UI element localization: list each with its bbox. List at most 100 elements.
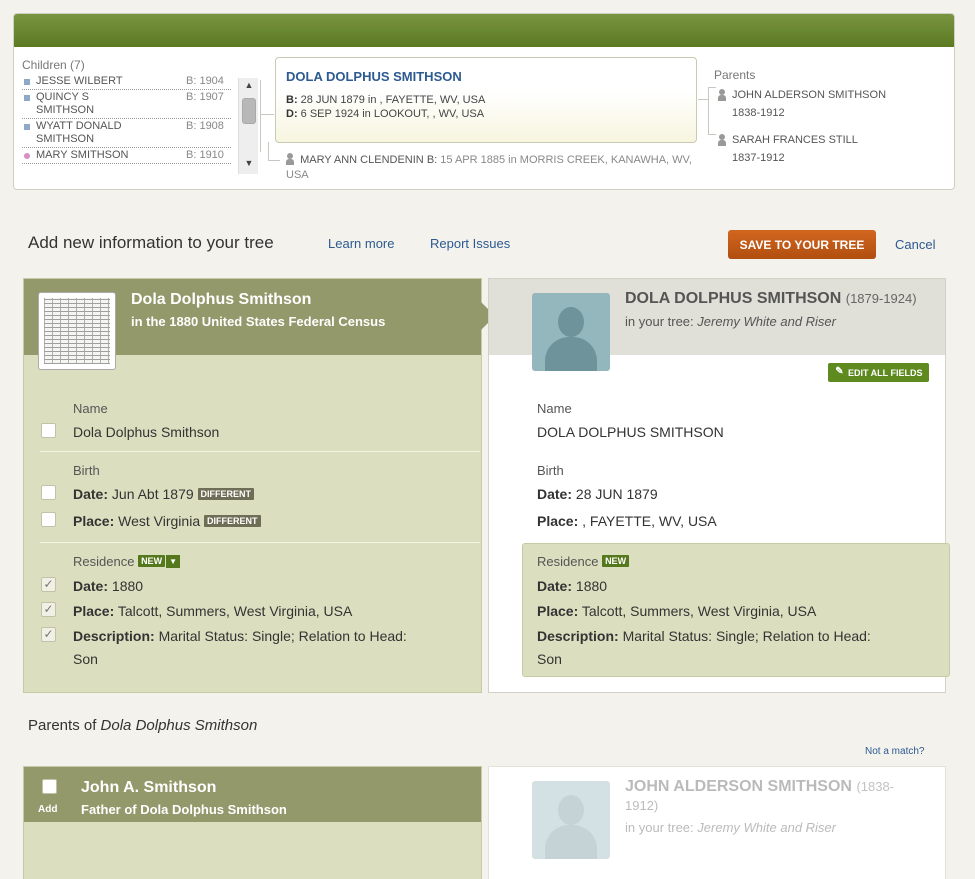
child-birth: B: 1908: [186, 120, 224, 132]
add-label: Add: [38, 804, 58, 815]
pencil-icon: ✎: [835, 366, 844, 377]
edit-all-label: EDIT ALL FIELDS: [848, 367, 923, 378]
child-name: MARY SMITHSON: [36, 149, 129, 161]
residence-label: Residence: [537, 554, 599, 569]
scroll-thumb[interactable]: [242, 98, 256, 124]
record-name-value: Dola Dolphus Smithson: [73, 424, 220, 440]
tree-residence-date: Date: 1880: [537, 578, 607, 594]
new-badge: NEW: [602, 555, 630, 567]
learn-more-link[interactable]: Learn more: [328, 236, 394, 251]
not-a-match-link[interactable]: Not a match?: [865, 746, 924, 757]
father-tree-panel: JOHN ALDERSON SMITHSON (1838- 1912) in y…: [488, 766, 946, 879]
record-person-name: Dola Dolphus Smithson: [131, 291, 312, 308]
tree-residence-label: Residence NEW: [537, 554, 630, 569]
person-icon: [286, 153, 294, 165]
children-scrollbar[interactable]: ▲ ▼: [238, 78, 258, 174]
tree-connector: [260, 80, 272, 152]
father-tree-years: (1838-: [856, 779, 895, 794]
save-to-tree-button[interactable]: SAVE TO YOUR TREE: [728, 230, 876, 259]
tree-birth-label: Birth: [537, 463, 564, 478]
tree-name-text: DOLA DOLPHUS SMITHSON: [625, 290, 842, 307]
scroll-up-icon[interactable]: ▲: [239, 80, 259, 94]
record-residence-description-cont: Son: [73, 651, 98, 667]
place-label: Place:: [73, 513, 115, 529]
child-name: JESSE WILBERT: [36, 75, 123, 87]
family-panel: Children (7) JESSE WILBERT B: 1904 QUINC…: [13, 13, 955, 190]
child-item[interactable]: WYATT DONALD SMITHSON B: 1908: [22, 119, 231, 148]
record-source: in the 1880 United States Federal Census: [131, 314, 386, 329]
tree-birth-date: Date: 28 JUN 1879: [537, 486, 658, 502]
record-birth-label: Birth: [73, 463, 100, 478]
description-label: Description:: [537, 628, 619, 644]
tree-residence-place: Place: Talcott, Summers, West Virginia, …: [537, 603, 816, 619]
divider: [40, 451, 480, 452]
in-tree-label: in your tree:: [625, 820, 694, 835]
children-title: Children (7): [22, 58, 85, 72]
tree-name-label: Name: [537, 401, 572, 416]
father-tree-years-cont: 1912): [625, 798, 659, 813]
spouse-name: MARY ANN CLENDENIN: [300, 154, 424, 166]
child-item[interactable]: QUINCY S SMITHSON B: 1907: [22, 90, 231, 119]
place-label: Place:: [537, 603, 579, 619]
parent-item-mother[interactable]: SARAH FRANCES STILL 1837-1912: [714, 131, 944, 167]
different-badge: DIFFERENT: [204, 515, 261, 527]
record-residence-description: Description: Marital Status: Single; Rel…: [73, 628, 407, 644]
person-icon: [718, 89, 726, 101]
date-label: Date:: [73, 486, 109, 502]
child-name: QUINCY S SMITHSON: [36, 91, 95, 116]
tree-name: Jeremy White and Riser: [697, 820, 836, 835]
record-name-checkbox[interactable]: [41, 423, 56, 438]
child-item[interactable]: MARY SMITHSON B: 1910: [22, 148, 231, 164]
tree-connector: [260, 114, 274, 115]
record-birth-date-checkbox[interactable]: [41, 485, 56, 500]
census-document-icon: [44, 298, 110, 364]
record-residence-date-checkbox[interactable]: ✓: [41, 577, 56, 592]
edit-all-fields-button[interactable]: ✎ EDIT ALL FIELDS: [828, 363, 929, 382]
residence-label: Residence: [73, 554, 135, 569]
new-badge: NEW: [138, 555, 166, 567]
page-title: Add new information to your tree: [28, 233, 274, 252]
report-issues-link[interactable]: Report Issues: [430, 236, 510, 251]
focus-death: D: 6 SEP 1924 in LOOKOUT, , WV, USA: [286, 107, 686, 121]
date-value: 28 JUN 1879: [575, 486, 658, 502]
scroll-down-icon[interactable]: ▼: [239, 158, 259, 172]
date-label: Date:: [73, 578, 109, 594]
parents-title-prefix: Parents of: [28, 717, 97, 734]
cancel-link[interactable]: Cancel: [895, 237, 935, 252]
new-dropdown-icon[interactable]: ▼: [166, 555, 181, 568]
record-birth-date: Date: Jun Abt 1879 DIFFERENT: [73, 486, 255, 502]
place-value: Talcott, Summers, West Virginia, USA: [581, 603, 817, 619]
add-father-checkbox[interactable]: [42, 779, 57, 794]
date-value: 1880: [575, 578, 608, 594]
parents-title-name: Dola Dolphus Smithson: [100, 717, 258, 734]
record-birth-place-checkbox[interactable]: [41, 512, 56, 527]
place-value: , FAYETTE, WV, USA: [582, 513, 717, 529]
focus-person-name[interactable]: DOLA DOLPHUS SMITHSON: [286, 69, 686, 84]
in-tree-label: in your tree:: [625, 314, 694, 329]
children-list: Children (7) JESSE WILBERT B: 1904 QUINC…: [22, 58, 265, 178]
parents-list: Parents JOHN ALDERSON SMITHSON 1838-1912…: [714, 68, 944, 176]
parents-title: Parents: [714, 68, 756, 82]
description-value: Marital Status: Single; Relation to Head…: [622, 628, 871, 644]
father-tree-source: in your tree: Jeremy White and Riser: [625, 820, 836, 835]
record-residence-place-checkbox[interactable]: ✓: [41, 602, 56, 617]
spouse-entry[interactable]: MARY ANN CLENDENIN B: 15 APR 1885 in MOR…: [286, 151, 706, 183]
record-birth-place: Place: West Virginia DIFFERENT: [73, 513, 261, 529]
father-tree-name: JOHN ALDERSON SMITHSON (1838-: [625, 778, 894, 796]
parent-name: JOHN ALDERSON SMITHSON: [732, 89, 887, 101]
tree-name-value: DOLA DOLPHUS SMITHSON: [537, 424, 724, 440]
record-residence-description-checkbox[interactable]: ✓: [41, 627, 56, 642]
record-residence-place: Place: Talcott, Summers, West Virginia, …: [73, 603, 352, 619]
description-value: Marital Status: Single; Relation to Head…: [158, 628, 407, 644]
date-label: Date:: [537, 486, 573, 502]
date-value: 1880: [111, 578, 144, 594]
focus-person-card[interactable]: DOLA DOLPHUS SMITHSON B: 28 JUN 1879 in …: [275, 57, 697, 143]
census-record-thumbnail[interactable]: [38, 292, 116, 370]
family-panel-header: [14, 14, 954, 47]
place-value: Talcott, Summers, West Virginia, USA: [117, 603, 353, 619]
parent-item-father[interactable]: JOHN ALDERSON SMITHSON 1838-1912: [714, 86, 944, 122]
child-item[interactable]: JESSE WILBERT B: 1904: [22, 74, 231, 90]
tree-person-years: (1879-1924): [845, 291, 917, 306]
date-value: Jun Abt 1879: [111, 486, 194, 502]
father-record-relation: Father of Dola Dolphus Smithson: [81, 802, 287, 817]
